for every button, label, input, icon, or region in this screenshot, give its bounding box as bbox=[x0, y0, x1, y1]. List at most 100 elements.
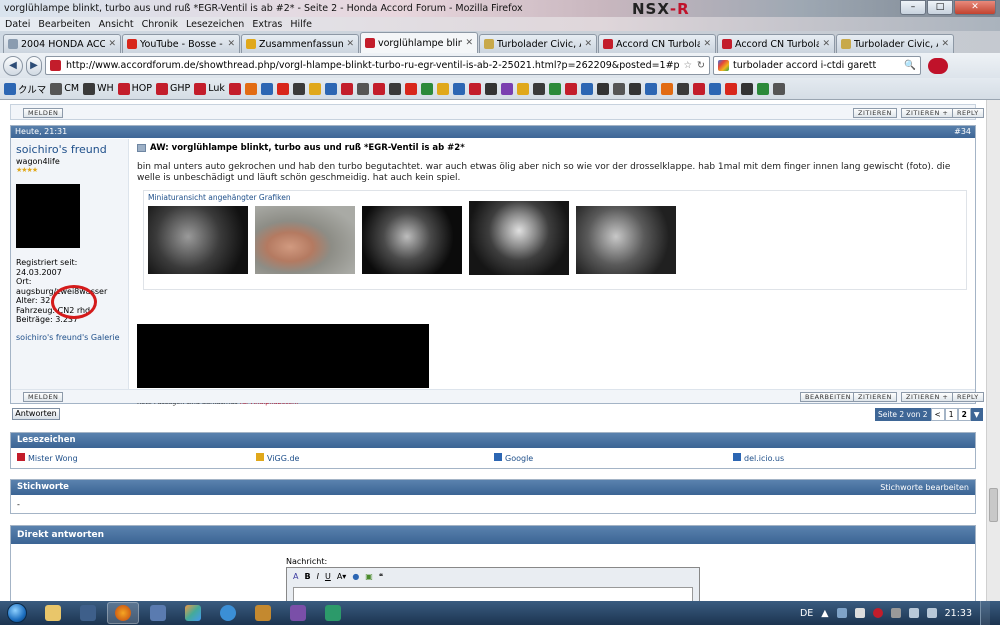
start-button[interactable] bbox=[0, 601, 34, 625]
bookmark-icon[interactable] bbox=[724, 82, 737, 95]
report-button[interactable]: Melden bbox=[23, 108, 64, 118]
taskbar-app-8[interactable] bbox=[282, 602, 314, 624]
menu-hilfe[interactable]: Hilfe bbox=[290, 19, 312, 30]
tray-icon[interactable] bbox=[854, 608, 865, 618]
bookmark-icon[interactable] bbox=[708, 82, 721, 95]
bookmark-icon[interactable] bbox=[516, 82, 529, 95]
avatar[interactable] bbox=[16, 184, 80, 248]
tab-5[interactable]: Turbolader Civic, A...✕ bbox=[479, 34, 597, 53]
bookmark-hop[interactable]: HOP bbox=[117, 82, 152, 95]
italic-icon[interactable]: I bbox=[317, 572, 319, 581]
bookmark-icon[interactable] bbox=[580, 82, 593, 95]
close-tab-icon[interactable]: ✕ bbox=[227, 39, 235, 49]
multiquote-button[interactable]: Zitieren + bbox=[901, 108, 954, 118]
maximize-button[interactable]: □ bbox=[927, 0, 953, 15]
search-icon[interactable]: 🔍 bbox=[904, 60, 916, 71]
bookmark-icon[interactable] bbox=[308, 82, 321, 95]
stichworte-edit-link[interactable]: Stichworte bearbeiten bbox=[880, 480, 969, 495]
pagination-page-1[interactable]: 1 bbox=[944, 408, 958, 421]
bookmark-icon[interactable] bbox=[756, 82, 769, 95]
tab-6[interactable]: Accord CN Turbola...✕ bbox=[598, 34, 716, 53]
multiquote-button[interactable]: Zitieren + bbox=[901, 392, 954, 402]
antworten-button[interactable]: Antworten bbox=[12, 408, 60, 420]
quote-icon[interactable]: ❝ bbox=[379, 572, 383, 581]
addon-icon[interactable] bbox=[928, 57, 948, 74]
taskbar-firefox[interactable] bbox=[107, 602, 139, 624]
menu-bearbeiten[interactable]: Bearbeiten bbox=[38, 19, 90, 30]
bookmark-icon[interactable] bbox=[676, 82, 689, 95]
underline-icon[interactable]: U bbox=[325, 572, 331, 581]
network-icon[interactable] bbox=[908, 608, 919, 618]
bookmark-icon[interactable] bbox=[548, 82, 561, 95]
bookmark-icon[interactable] bbox=[228, 82, 241, 95]
message-textarea[interactable] bbox=[293, 587, 693, 601]
bookmark-ghp[interactable]: GHP bbox=[155, 82, 190, 95]
bookmark-icon[interactable] bbox=[740, 82, 753, 95]
bookmark-icon[interactable] bbox=[452, 82, 465, 95]
bookmark-star-icon[interactable]: ☆ bbox=[684, 60, 693, 71]
tab-3[interactable]: Zusammenfassung ✕ bbox=[241, 34, 359, 53]
tab-4-active[interactable]: vorglühlampe blin...✕ bbox=[360, 32, 478, 53]
font-color-icon[interactable]: A▾ bbox=[337, 572, 347, 581]
tray-icon[interactable] bbox=[890, 608, 901, 618]
vertical-scrollbar[interactable] bbox=[986, 100, 1000, 601]
forward-button[interactable]: ▶ bbox=[26, 55, 42, 76]
bookmark-icon[interactable] bbox=[356, 82, 369, 95]
bookmark-icon[interactable] bbox=[404, 82, 417, 95]
bookmark-icon[interactable] bbox=[340, 82, 353, 95]
pagination-prev[interactable]: < bbox=[930, 408, 945, 421]
close-tab-icon[interactable]: ✕ bbox=[584, 39, 592, 49]
reply-button[interactable]: Reply bbox=[952, 392, 984, 402]
bookmark-icon[interactable] bbox=[692, 82, 705, 95]
close-tab-icon[interactable]: ✕ bbox=[703, 39, 711, 49]
pagination-dropdown-icon[interactable]: ▼ bbox=[970, 408, 983, 421]
language-indicator[interactable]: DE bbox=[800, 608, 813, 619]
bold-icon[interactable]: B bbox=[304, 572, 310, 581]
taskbar-app-7[interactable] bbox=[247, 602, 279, 624]
bookmark-kuruma[interactable]: クルマ bbox=[4, 82, 46, 96]
clock[interactable]: 21:33 bbox=[945, 608, 972, 619]
bookmark-icon[interactable] bbox=[644, 82, 657, 95]
menu-ansicht[interactable]: Ansicht bbox=[99, 19, 134, 30]
bookmark-icon[interactable] bbox=[772, 82, 785, 95]
quote-button[interactable]: Zitieren bbox=[853, 392, 897, 402]
attachment-thumbnail[interactable] bbox=[469, 201, 569, 275]
tray-arrow-icon[interactable]: ▲ bbox=[821, 608, 828, 619]
taskbar-ie[interactable] bbox=[212, 602, 244, 624]
report-button[interactable]: Melden bbox=[23, 392, 64, 402]
bookmark-icon[interactable] bbox=[260, 82, 273, 95]
menu-chronik[interactable]: Chronik bbox=[142, 19, 178, 30]
edit-button[interactable]: Bearbeiten bbox=[800, 392, 856, 402]
taskbar-app-5[interactable] bbox=[177, 602, 209, 624]
tab-8[interactable]: Turbolader Civic, A...✕ bbox=[836, 34, 954, 53]
taskbar-app-9[interactable] bbox=[317, 602, 349, 624]
google-link[interactable]: Google bbox=[494, 453, 533, 463]
search-input[interactable]: turbolader accord i-ctdi garett 🔍 bbox=[713, 56, 921, 75]
bookmark-icon[interactable] bbox=[596, 82, 609, 95]
menu-extras[interactable]: Extras bbox=[252, 19, 282, 30]
bookmark-icon[interactable] bbox=[436, 82, 449, 95]
volume-icon[interactable] bbox=[926, 608, 937, 618]
close-tab-icon[interactable]: ✕ bbox=[108, 39, 116, 49]
bookmark-luk[interactable]: Luk bbox=[194, 82, 225, 95]
remove-format-icon[interactable]: A bbox=[293, 572, 298, 581]
bookmark-icon[interactable] bbox=[532, 82, 545, 95]
tab-1[interactable]: 2004 HONDA ACC...✕ bbox=[3, 34, 121, 53]
image-icon[interactable]: ▣ bbox=[365, 572, 373, 581]
bookmark-icon[interactable] bbox=[276, 82, 289, 95]
close-tab-icon[interactable]: ✕ bbox=[822, 39, 830, 49]
close-tab-icon[interactable]: ✕ bbox=[465, 38, 473, 48]
url-bar[interactable]: http://www.accordforum.de/showthread.php… bbox=[45, 56, 710, 75]
bookmark-icon[interactable] bbox=[420, 82, 433, 95]
attachment-thumbnail[interactable] bbox=[255, 206, 355, 274]
attachment-thumbnail[interactable] bbox=[576, 206, 676, 274]
bookmark-icon[interactable] bbox=[372, 82, 385, 95]
show-desktop-button[interactable] bbox=[980, 601, 990, 625]
mister-wong-link[interactable]: Mister Wong bbox=[17, 453, 78, 463]
bookmark-icon[interactable] bbox=[484, 82, 497, 95]
back-button[interactable]: ◀ bbox=[3, 55, 23, 76]
vigg-link[interactable]: ViGG.de bbox=[256, 453, 299, 463]
bookmark-icon[interactable] bbox=[660, 82, 673, 95]
tray-icon[interactable] bbox=[872, 608, 883, 618]
close-button[interactable]: ✕ bbox=[954, 0, 996, 15]
